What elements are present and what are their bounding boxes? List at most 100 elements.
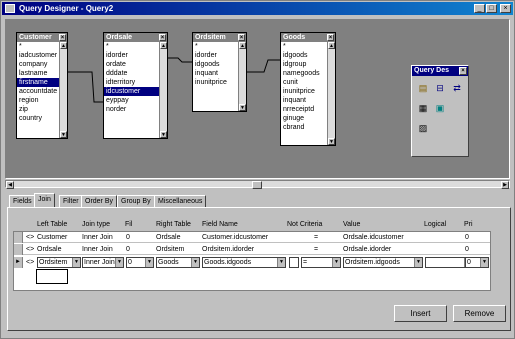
field-item[interactable]: nrreceiptd bbox=[281, 105, 327, 114]
scroll-down-icon[interactable]: ▼ bbox=[160, 131, 167, 138]
scrollbar[interactable]: ▲ ▼ bbox=[159, 42, 167, 138]
dropdown-arrow-icon[interactable]: ▼ bbox=[145, 258, 153, 267]
scroll-up-icon[interactable]: ▲ bbox=[60, 42, 67, 49]
title-bar[interactable]: Query Designer - Query2 _ □ × bbox=[2, 2, 513, 15]
row-selector[interactable] bbox=[14, 232, 23, 243]
field-item[interactable]: * bbox=[281, 42, 327, 51]
field-item[interactable]: inquant bbox=[281, 96, 327, 105]
field-item[interactable]: ordate bbox=[104, 60, 159, 69]
field-item[interactable]: cbrand bbox=[281, 123, 327, 132]
field-item[interactable]: idcustomer bbox=[104, 87, 159, 96]
table-header[interactable]: Ordsale × bbox=[104, 33, 167, 42]
field-item[interactable]: idgoods bbox=[193, 60, 238, 69]
join-grid[interactable]: <> Customer Inner Join 0 Ordsale Custome… bbox=[13, 231, 491, 291]
right-table-cell[interactable]: Ordsale bbox=[156, 232, 202, 243]
close-icon[interactable]: × bbox=[459, 67, 467, 75]
field-item[interactable]: inunitprice bbox=[281, 87, 327, 96]
table-row[interactable]: <> Ordsale Inner Join 0 Ordsitem Ordsite… bbox=[14, 244, 490, 255]
fil-cell[interactable]: 0 bbox=[126, 244, 130, 255]
table-window-customer[interactable]: Customer × * iadcustomer company lastname fir… bbox=[16, 32, 68, 139]
value-cell[interactable]: Ordsale.idcustomer bbox=[343, 232, 425, 243]
join-tables-icon[interactable]: ⇄ bbox=[451, 82, 463, 94]
tab-miscellaneous[interactable]: Miscellaneous bbox=[154, 195, 207, 207]
field-item[interactable]: * bbox=[17, 42, 59, 51]
value-cell[interactable]: Ordsale.idorder bbox=[343, 244, 425, 255]
table-window-ordsitem[interactable]: Ordsitem × * idorder idgoods inquant inunitpr… bbox=[192, 32, 247, 112]
scroll-up-icon[interactable]: ▲ bbox=[239, 42, 246, 49]
field-item[interactable]: firstname bbox=[17, 78, 59, 87]
field-item[interactable]: lastname bbox=[17, 69, 59, 78]
not-criteria-cell[interactable]: = bbox=[314, 244, 318, 255]
table-header[interactable]: Customer × bbox=[17, 33, 67, 42]
join-type-cell[interactable]: Inner Join bbox=[82, 232, 124, 243]
not-criteria-cell[interactable]: = bbox=[314, 232, 318, 243]
tab-filter[interactable]: Filter bbox=[59, 195, 83, 207]
field-name-cell[interactable]: Ordsitem.idorder bbox=[202, 244, 286, 255]
field-item[interactable]: idorder bbox=[104, 51, 159, 60]
left-table-cell[interactable]: Customer bbox=[37, 232, 81, 243]
field-item[interactable]: dddate bbox=[104, 69, 159, 78]
field-item[interactable]: norder bbox=[104, 105, 159, 114]
right-table-combo[interactable]: Goods ▼ bbox=[156, 257, 200, 268]
dropdown-arrow-icon[interactable]: ▼ bbox=[191, 258, 199, 267]
scroll-down-icon[interactable]: ▼ bbox=[239, 104, 246, 111]
scroll-right-icon[interactable]: ▶ bbox=[501, 181, 509, 189]
field-item[interactable]: inunitprice bbox=[193, 78, 238, 87]
left-table-cell[interactable]: Ordsale bbox=[37, 244, 81, 255]
scrollbar[interactable]: ▲ ▼ bbox=[59, 42, 67, 138]
table-diagram-area[interactable]: Customer × * iadcustomer company lastname fir… bbox=[5, 19, 510, 179]
scroll-left-icon[interactable]: ◀ bbox=[6, 181, 14, 189]
tab-order-by[interactable]: Order By bbox=[81, 195, 118, 207]
dropdown-arrow-icon[interactable]: ▼ bbox=[414, 258, 422, 267]
field-item[interactable]: zip bbox=[17, 105, 59, 114]
field-item[interactable]: * bbox=[193, 42, 238, 51]
add-table-icon[interactable]: ▤ bbox=[417, 82, 429, 94]
field-item[interactable]: company bbox=[17, 60, 59, 69]
pri-cell[interactable]: 0 bbox=[465, 232, 469, 243]
close-icon[interactable]: × bbox=[59, 34, 66, 41]
field-name-cell[interactable]: Customer.idcustomer bbox=[202, 232, 286, 243]
join-type-combo[interactable]: Inner Join ▼ bbox=[82, 257, 124, 268]
dropdown-arrow-icon[interactable]: ▼ bbox=[332, 258, 340, 267]
properties-icon[interactable]: ▨ bbox=[417, 122, 429, 134]
table-header[interactable]: Ordsitem × bbox=[193, 33, 246, 42]
criteria-combo[interactable]: = ▼ bbox=[301, 257, 341, 268]
dropdown-arrow-icon[interactable]: ▼ bbox=[277, 258, 285, 267]
field-item[interactable]: eyppay bbox=[104, 96, 159, 105]
field-item[interactable]: idorder bbox=[193, 51, 238, 60]
row-selector[interactable] bbox=[14, 244, 23, 255]
maximize-button[interactable]: □ bbox=[486, 4, 497, 13]
left-table-combo[interactable]: Ordsitem ▼ bbox=[37, 257, 81, 268]
toolbox-title[interactable]: Query Des × bbox=[412, 66, 468, 76]
field-item[interactable]: country bbox=[17, 114, 59, 123]
dropdown-arrow-icon[interactable]: ▼ bbox=[72, 258, 80, 267]
field-item[interactable]: ginuge bbox=[281, 114, 327, 123]
field-item[interactable]: inquant bbox=[193, 69, 238, 78]
cell-edit-box[interactable] bbox=[36, 269, 68, 284]
field-item[interactable]: iadcustomer bbox=[17, 51, 59, 60]
tab-join[interactable]: Join bbox=[34, 193, 55, 207]
scrollbar[interactable]: ▲ ▼ bbox=[238, 42, 246, 111]
fil-field[interactable]: 0 ▼ bbox=[126, 257, 154, 268]
scroll-down-icon[interactable]: ▼ bbox=[60, 131, 67, 138]
tab-group-by[interactable]: Group By bbox=[117, 195, 155, 207]
row-selector[interactable]: ► bbox=[14, 257, 23, 268]
pri-field[interactable]: 0 ▼ bbox=[465, 257, 489, 268]
run-query-icon[interactable]: ▣ bbox=[434, 102, 446, 114]
not-checkbox[interactable] bbox=[289, 257, 299, 268]
sql-icon[interactable]: ▦ bbox=[417, 102, 429, 114]
field-name-combo[interactable]: Goods.idgoods ▼ bbox=[202, 257, 286, 268]
field-item[interactable]: region bbox=[17, 96, 59, 105]
remove-table-icon[interactable]: ⊟ bbox=[434, 82, 446, 94]
table-row-editing[interactable]: ► <> Ordsitem ▼ Inner Join ▼ 0 ▼ Goods ▼ Goo… bbox=[14, 257, 490, 268]
close-button[interactable]: × bbox=[500, 4, 511, 13]
diagram-horizontal-scrollbar[interactable]: ◀ ▶ bbox=[5, 180, 510, 189]
field-item[interactable]: cunit bbox=[281, 78, 327, 87]
close-icon[interactable]: × bbox=[238, 34, 245, 41]
table-header[interactable]: Goods × bbox=[281, 33, 335, 42]
table-window-ordsale[interactable]: Ordsale × * idorder ordate dddate idterritory… bbox=[103, 32, 168, 139]
table-window-goods[interactable]: Goods × * idgoods idgroup namegoods cunit inun… bbox=[280, 32, 336, 146]
join-type-cell[interactable]: Inner Join bbox=[82, 244, 124, 255]
scrollbar[interactable]: ▲ ▼ bbox=[327, 42, 335, 145]
pri-cell[interactable]: 0 bbox=[465, 244, 469, 255]
